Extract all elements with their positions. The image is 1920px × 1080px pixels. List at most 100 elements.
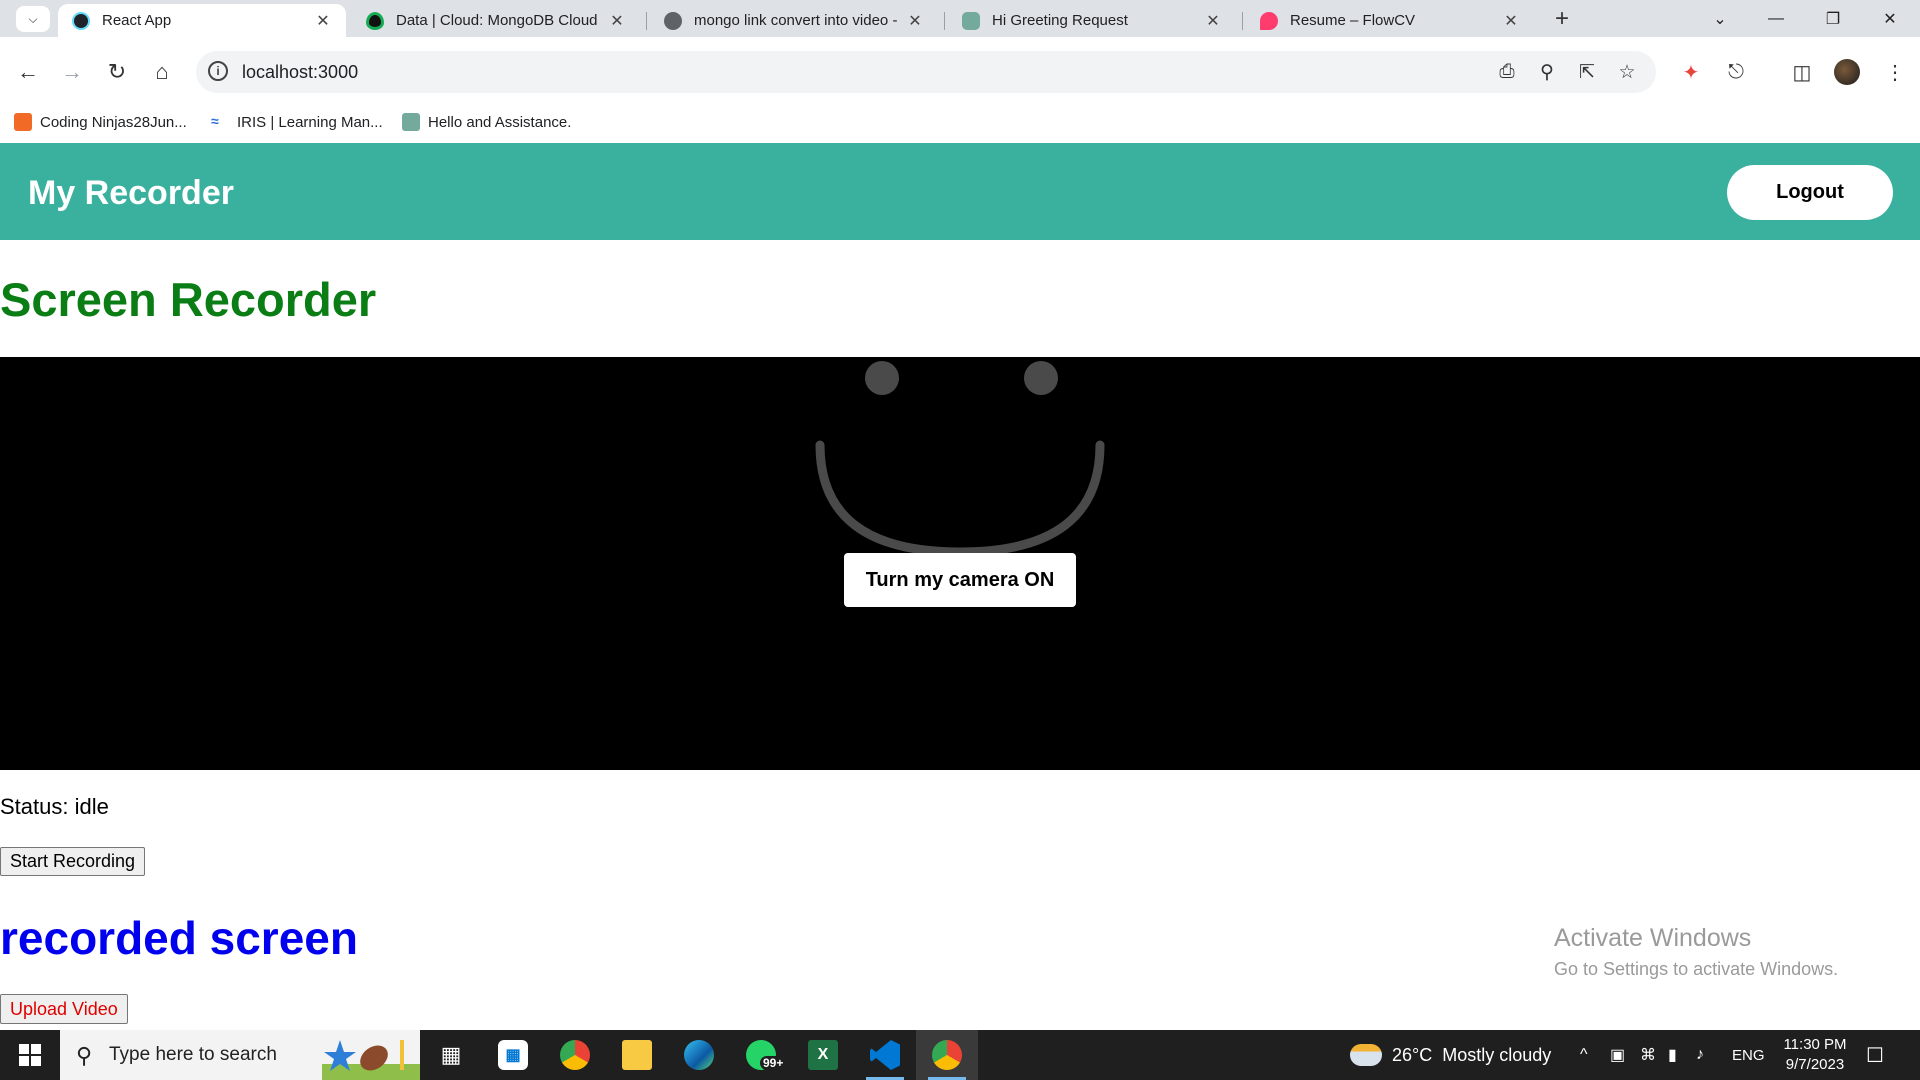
notification-center-icon[interactable]: ☐ [1866, 1030, 1884, 1080]
close-window-icon[interactable]: ✕ [1862, 0, 1918, 37]
share-icon[interactable]: ⇱ [1574, 59, 1600, 85]
tab-flowcv[interactable]: Resume – FlowCV ✕ [1246, 4, 1534, 37]
back-arrow-icon[interactable]: ← [13, 57, 43, 87]
bookmark-hello-assistance[interactable]: Hello and Assistance. [402, 108, 571, 136]
face-right-eye [1024, 361, 1058, 395]
install-app-icon[interactable]: ⎙ [1494, 59, 1520, 85]
tab-title: Data | Cloud: MongoDB Cloud [396, 12, 598, 29]
tab-separator [646, 12, 647, 30]
coding-ninjas-icon [14, 113, 32, 131]
taskbar-file-explorer[interactable] [606, 1030, 668, 1080]
battery-icon[interactable]: ▮ [1668, 1030, 1677, 1080]
weather-widget[interactable]: 26°C Mostly cloudy [1350, 1030, 1551, 1080]
meet-camera-icon[interactable]: ▣ [1610, 1030, 1625, 1080]
activate-windows-watermark: Activate Windows Go to Settings to activ… [1554, 924, 1838, 980]
taskbar-chrome[interactable] [544, 1030, 606, 1080]
taskbar-search-box[interactable]: ⚲ Type here to search [60, 1030, 420, 1080]
taskbar-vscode[interactable] [854, 1030, 916, 1080]
chrome-icon [932, 1040, 962, 1070]
taskbar-excel[interactable]: X [792, 1030, 854, 1080]
close-tab-icon[interactable]: ✕ [608, 11, 626, 31]
profile-avatar[interactable] [1834, 59, 1860, 85]
tab-title: React App [102, 12, 172, 29]
tab-hi-greeting[interactable]: Hi Greeting Request ✕ [948, 4, 1236, 37]
windows-start-button[interactable] [0, 1030, 60, 1080]
side-panel-icon[interactable]: ◫ [1787, 57, 1817, 87]
taskbar-chrome-active[interactable] [916, 1030, 978, 1080]
address-bar[interactable]: i localhost:3000 ⎙ ⚲ ⇱ ☆ [196, 51, 1656, 93]
forward-arrow-icon[interactable]: → [57, 57, 87, 87]
restore-icon[interactable]: ❐ [1805, 0, 1861, 37]
new-tab-plus-icon[interactable]: + [1548, 5, 1576, 33]
whatsapp-badge: 99+ [760, 1056, 787, 1070]
logout-button[interactable]: Logout [1727, 165, 1893, 220]
microsoft-store-icon: ▦ [498, 1040, 528, 1070]
search-highlight-sports-icon [322, 1040, 420, 1080]
system-clock[interactable]: 11:30 PM 9/7/2023 [1770, 1035, 1860, 1075]
iris-icon: ≈ [211, 113, 219, 129]
turn-camera-on-button[interactable]: Turn my camera ON [844, 553, 1076, 607]
bookmark-label: Hello and Assistance. [428, 113, 572, 131]
url-text[interactable]: localhost:3000 [242, 62, 358, 83]
extension-colorful-icon[interactable]: ✦ [1676, 57, 1706, 87]
reload-icon[interactable]: ↻ [102, 57, 132, 87]
chatgpt-icon [402, 113, 420, 131]
volume-icon[interactable]: ♪ [1696, 1030, 1704, 1080]
language-indicator[interactable]: ENG [1732, 1030, 1765, 1080]
taskbar-store[interactable]: ▦ [482, 1030, 544, 1080]
extensions-puzzle-icon[interactable]: ⎋ [1721, 57, 1751, 87]
flowcv-icon [1260, 11, 1278, 30]
close-tab-icon[interactable]: ✕ [314, 11, 332, 31]
clock-time: 11:30 PM [1783, 1036, 1847, 1053]
tab-mongodb[interactable]: Data | Cloud: MongoDB Cloud ✕ [352, 4, 640, 37]
taskbar-whatsapp[interactable]: 99+ [730, 1030, 792, 1080]
edge-icon [684, 1040, 714, 1070]
taskbar-edge[interactable] [668, 1030, 730, 1080]
cloudy-weather-icon [1350, 1044, 1382, 1066]
folder-icon [622, 1040, 652, 1070]
chrome-icon [560, 1040, 590, 1070]
weather-text: 26°C Mostly cloudy [1392, 1044, 1552, 1065]
tab-title: Hi Greeting Request [992, 12, 1128, 29]
search-icon: ⚲ [76, 1043, 93, 1068]
close-tab-icon[interactable]: ✕ [1502, 11, 1520, 31]
more-menu-icon[interactable]: ⋮ [1880, 57, 1910, 87]
face-smile [815, 440, 1105, 557]
search-placeholder: Type here to search [109, 1044, 277, 1065]
tab-list-chevron-icon[interactable]: ⌄ [1692, 0, 1748, 37]
bookmark-iris[interactable]: ≈ IRIS | Learning Man... [211, 108, 383, 136]
bookmark-coding-ninjas[interactable]: Coding Ninjas28Jun... [14, 108, 187, 136]
tab-title: mongo link convert into video - [694, 12, 898, 29]
mongodb-leaf-icon [366, 11, 384, 30]
app-brand: My Recorder [28, 174, 234, 212]
site-info-icon[interactable]: i [208, 61, 228, 81]
close-tab-icon[interactable]: ✕ [906, 11, 924, 31]
windows-logo-icon [19, 1044, 41, 1066]
wifi-icon[interactable]: ⌘ [1640, 1030, 1656, 1080]
recorded-screen-heading: recorded screen [0, 912, 358, 964]
tab-mongo-link[interactable]: mongo link convert into video - ✕ [650, 4, 938, 37]
task-view-button[interactable]: ▦ [420, 1030, 482, 1080]
screen: ⌵ React App ✕ Data | Cloud: MongoDB Clou… [0, 0, 1920, 1080]
zoom-icon[interactable]: ⚲ [1534, 59, 1560, 85]
app-header [0, 143, 1920, 240]
page-title: Screen Recorder [0, 273, 377, 326]
excel-icon: X [808, 1040, 838, 1070]
minimize-icon[interactable]: — [1748, 0, 1804, 37]
start-recording-button[interactable]: Start Recording [0, 847, 146, 876]
tab-separator [1242, 12, 1243, 30]
upload-video-button[interactable]: Upload Video [0, 994, 128, 1024]
react-icon [72, 11, 90, 30]
tab-search-chevron-icon[interactable]: ⌵ [16, 6, 50, 32]
tab-title: Resume – FlowCV [1290, 12, 1416, 29]
browser-tab-strip: ⌵ React App ✕ Data | Cloud: MongoDB Clou… [0, 0, 1920, 37]
home-icon[interactable]: ⌂ [147, 57, 177, 87]
bookmark-label: Coding Ninjas28Jun... [40, 113, 187, 131]
tab-react-app[interactable]: React App ✕ [58, 4, 346, 37]
watermark-subtitle: Go to Settings to activate Windows. [1554, 959, 1839, 979]
close-tab-icon[interactable]: ✕ [1204, 11, 1222, 31]
bookmark-star-icon[interactable]: ☆ [1614, 59, 1640, 85]
watermark-title: Activate Windows [1554, 924, 1752, 952]
show-hidden-icons-chevron-icon[interactable]: ^ [1580, 1030, 1588, 1080]
vscode-icon [870, 1040, 900, 1070]
